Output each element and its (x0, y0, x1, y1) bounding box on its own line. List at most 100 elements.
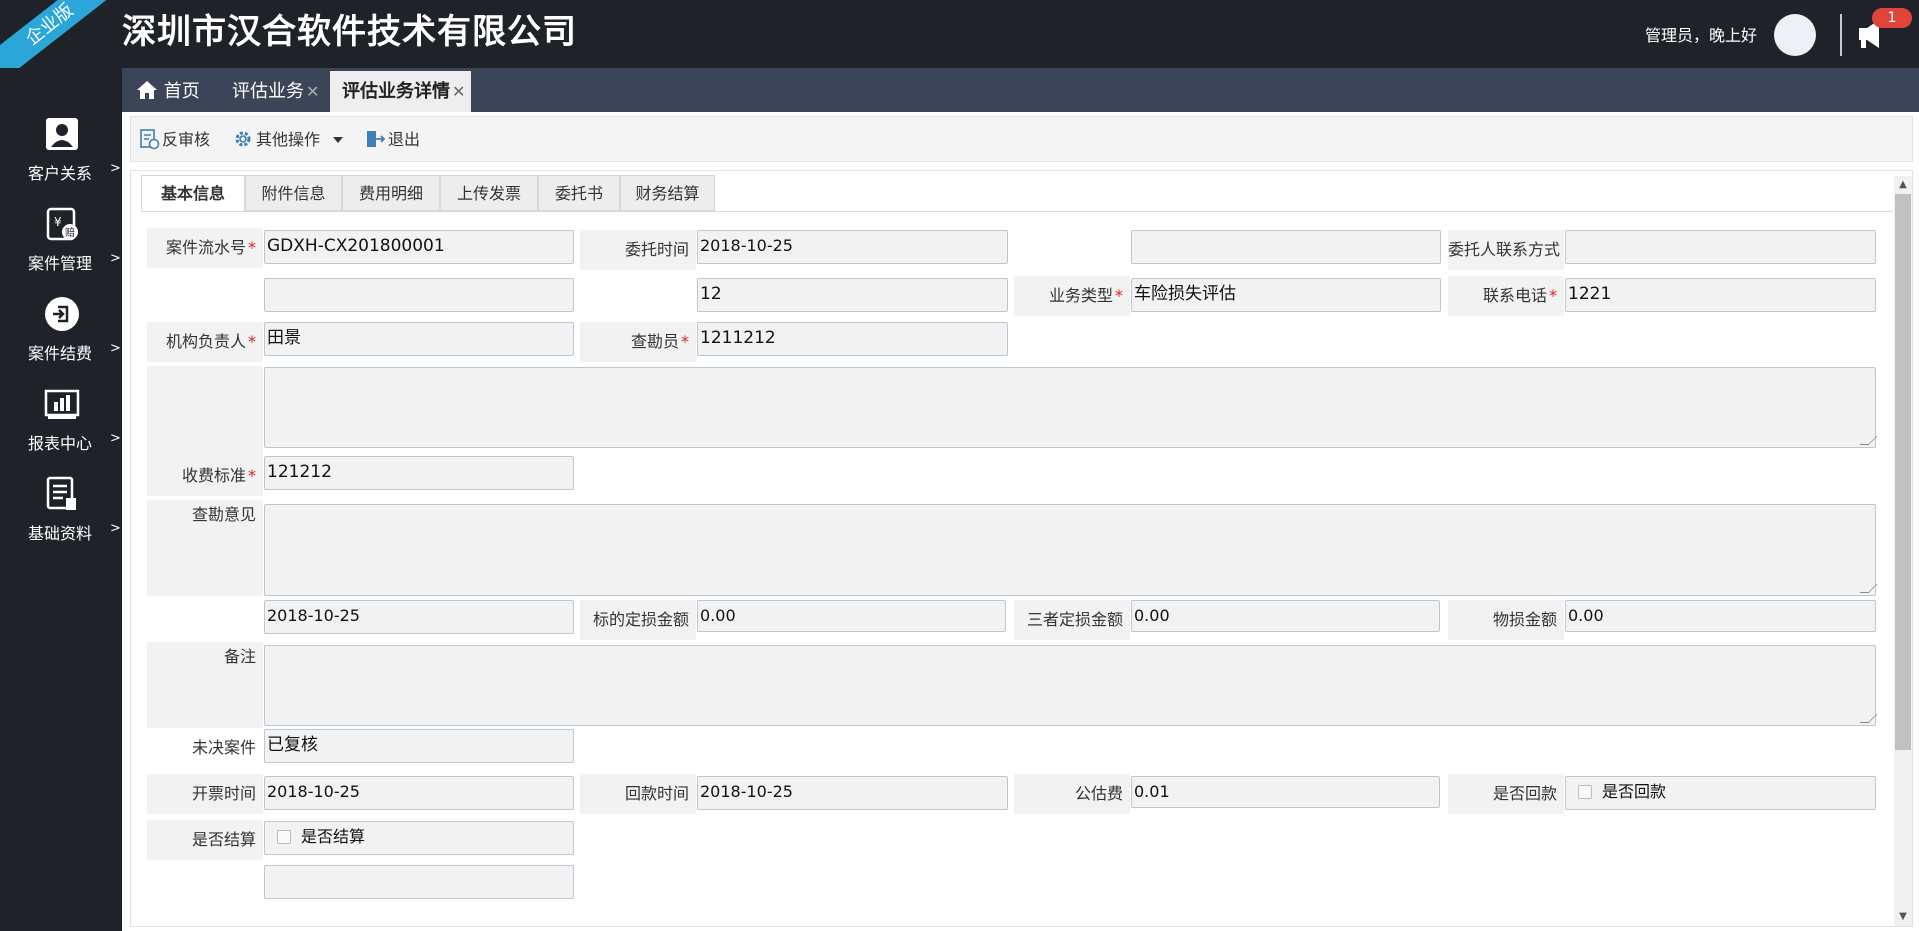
is-settled-checkbox-field[interactable]: 是否结算 (264, 821, 574, 855)
org-head-field[interactable]: 田景 (264, 322, 574, 356)
user-greeting: 管理员，晚上好 (1645, 26, 1758, 45)
surveyor-field[interactable]: 1211212 (697, 322, 1008, 356)
close-icon[interactable]: ✕ (452, 82, 465, 101)
public-fee-label: 公估费 (1014, 774, 1130, 814)
close-icon[interactable]: ✕ (306, 82, 319, 101)
phone-label: 联系电话 * (1448, 276, 1564, 316)
unreview-label: 反审核 (162, 130, 211, 149)
scrollbar-thumb[interactable] (1895, 194, 1911, 750)
pending-case-label: 未决案件 (147, 728, 263, 768)
sidebar-item-label: 案件结费 (28, 344, 93, 363)
sidebar-item-case-management[interactable]: ¥ 赔 案件管理 > (0, 206, 122, 296)
is-paid-checkbox-field[interactable]: 是否回款 (1565, 776, 1876, 810)
sidebar-item-basic-data[interactable]: 基础资料 > (0, 476, 122, 566)
case-no-field[interactable]: GDXH-CX201800001 (264, 230, 574, 264)
other-operations-dropdown[interactable]: 其他操作 (232, 127, 344, 153)
payback-time-label: 回款时间 (580, 774, 696, 814)
remark-label: 备注 (147, 642, 263, 728)
page-tab-bar: 首页 评估业务 ✕ 评估业务详情 ✕ (122, 68, 1919, 112)
public-fee-field[interactable]: 0.01 (1131, 776, 1440, 808)
home-icon (137, 81, 157, 99)
bottom-blank-field[interactable] (264, 865, 574, 899)
exit-icon (367, 131, 386, 147)
phone-field[interactable]: 1221 (1565, 278, 1876, 312)
chevron-right-icon: > (110, 251, 121, 266)
documents-icon (44, 476, 80, 512)
date-field[interactable]: 2018-10-25 (264, 600, 574, 634)
org-head-label: 机构负责人 * (147, 322, 263, 362)
company-title: 深圳市汉合软件技术有限公司 (122, 12, 577, 52)
survey-opinion-label: 查勘意见 (147, 500, 263, 596)
notification-badge[interactable]: 1 (1872, 8, 1912, 28)
scroll-up-icon[interactable]: ▲ (1896, 178, 1910, 192)
is-settled-label: 是否结算 (147, 820, 263, 860)
case-no-label: 案件流水号 * (147, 228, 263, 268)
tab-entrust-letter[interactable]: 委托书 (538, 175, 620, 211)
invoice-time-field[interactable]: 2018-10-25 (264, 776, 574, 810)
case-icon: ¥ 赔 (44, 206, 80, 242)
exit-button[interactable]: 退出 (364, 127, 420, 153)
business-type-label: 业务类型 * (1014, 276, 1130, 316)
sidebar-item-report-center[interactable]: 报表中心 > (0, 386, 122, 476)
tab-assessment-business[interactable]: 评估业务 ✕ (232, 71, 319, 112)
is-paid-label: 是否回款 (1448, 774, 1564, 814)
fee-standard-label: 收费标准 * (147, 456, 263, 496)
remark-textarea[interactable] (264, 645, 1876, 726)
caret-down-icon (333, 137, 344, 143)
chevron-right-icon: > (110, 341, 121, 356)
sidebar-item-label: 报表中心 (28, 434, 93, 453)
business-type-field[interactable]: 车险损失评估 (1131, 278, 1441, 312)
field-12[interactable]: 12 (697, 278, 1008, 312)
sidebar: 客户关系 > ¥ 赔 案件管理 > 案件结费 > 报表中心 > 基础资料 > (0, 68, 122, 931)
edition-badge: 企业版 (0, 0, 118, 68)
survey-opinion-textarea[interactable] (264, 504, 1876, 596)
blank-field-2[interactable] (264, 278, 574, 312)
sidebar-item-customer-relations[interactable]: 客户关系 > (0, 116, 122, 206)
sign-in-icon (44, 296, 80, 332)
tab-home[interactable]: 首页 (136, 71, 200, 112)
other-operations-label: 其他操作 (256, 130, 321, 149)
unlabeled-bottom-label (147, 862, 263, 902)
tab-finance-settlement[interactable]: 财务结算 (620, 175, 715, 211)
tab-label: 评估业务 (232, 81, 304, 102)
avatar[interactable] (1774, 14, 1816, 56)
property-loss-label: 物损金额 (1448, 600, 1564, 640)
header-divider (1840, 14, 1842, 56)
tab-upload-invoice[interactable]: 上传发票 (440, 175, 538, 211)
tab-home-label: 首页 (163, 81, 200, 102)
tab-label: 评估业务详情 (342, 81, 450, 102)
target-loss-label: 标的定损金额 (580, 600, 696, 640)
blank-field-1[interactable] (1131, 230, 1441, 264)
tab-fee-details[interactable]: 费用明细 (342, 175, 440, 211)
entrust-time-label: 委托时间 (580, 230, 696, 270)
sub-tab-divider (141, 211, 1893, 212)
pending-case-field[interactable]: 已复核 (264, 729, 574, 763)
client-contact-field[interactable] (1565, 230, 1876, 264)
user-icon (44, 116, 80, 152)
sidebar-item-label: 客户关系 (28, 164, 93, 183)
property-loss-field[interactable]: 0.00 (1565, 600, 1876, 632)
chevron-right-icon: > (110, 431, 121, 446)
chevron-right-icon: > (110, 521, 121, 536)
chevron-right-icon: > (110, 161, 121, 176)
sidebar-item-case-settlement[interactable]: 案件结费 > (0, 296, 122, 386)
sidebar-item-label: 案件管理 (28, 254, 93, 273)
sidebar-item-label: 基础资料 (28, 524, 93, 543)
is-settled-checkbox[interactable] (277, 830, 291, 844)
edition-corner: 企业版 (0, 0, 118, 68)
payback-time-field[interactable]: 2018-10-25 (697, 776, 1008, 810)
tab-basic-info[interactable]: 基本信息 (141, 175, 245, 211)
invoice-time-label: 开票时间 (147, 774, 263, 814)
tab-assessment-detail[interactable]: 评估业务详情 ✕ (330, 71, 472, 112)
unreview-button[interactable]: 反审核 (138, 127, 210, 153)
tab-attachments[interactable]: 附件信息 (245, 175, 342, 211)
third-party-loss-label: 三者定损金额 (1014, 600, 1130, 640)
third-party-loss-field[interactable]: 0.00 (1131, 600, 1440, 632)
unlabeled-textarea-label (147, 366, 263, 456)
is-paid-checkbox[interactable] (1578, 785, 1592, 799)
target-loss-field[interactable]: 0.00 (697, 600, 1006, 632)
fee-standard-field[interactable]: 121212 (264, 456, 574, 490)
scroll-down-icon[interactable]: ▼ (1896, 910, 1910, 924)
entrust-time-field[interactable]: 2018-10-25 (697, 230, 1008, 264)
unlabeled-textarea[interactable] (264, 367, 1876, 448)
